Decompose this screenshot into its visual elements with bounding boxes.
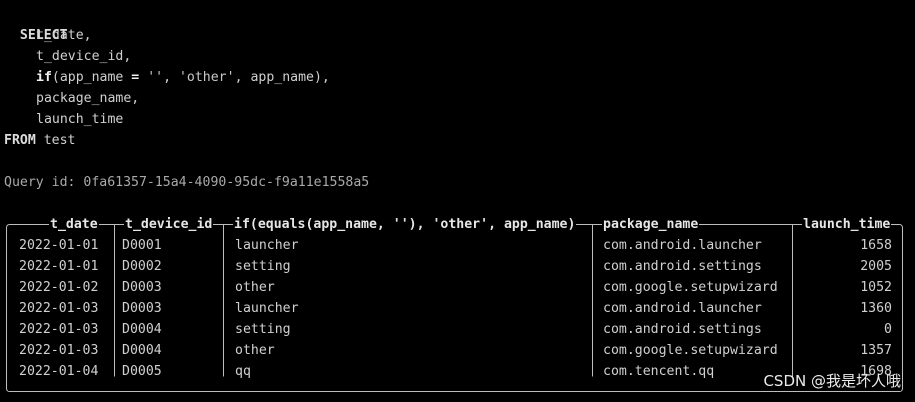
header-app-name-expression: if(equals(app_name, ''), 'other', app_na…	[233, 214, 577, 235]
empty-string-literal: ''	[147, 70, 164, 85]
cell-t-date: 2022-01-01	[19, 235, 99, 256]
cell-launch-time: 2005	[805, 256, 892, 277]
sql-column-t-date: t_date,	[36, 28, 92, 43]
if-open: (app_name	[51, 70, 132, 85]
result-table: t_date t_device_id if(equals(app_name, '…	[5, 213, 904, 393]
cell-t-date: 2022-01-04	[19, 361, 99, 382]
cell-app-name: qq	[235, 361, 251, 382]
cell-app-name: launcher	[235, 235, 299, 256]
cell-t-device-id: D0005	[122, 361, 162, 382]
header-t-date: t_date	[49, 214, 99, 235]
query-id-line: Query id: 0fa61357-15a4-4090-95dc-f9a11e…	[4, 172, 369, 193]
cell-package-name: com.tencent.qq	[603, 361, 715, 382]
if-rest: , app_name),	[234, 70, 330, 85]
sql-from-line: FROM test	[4, 130, 75, 151]
cell-t-date: 2022-01-03	[19, 340, 99, 361]
cell-app-name: other	[235, 277, 275, 298]
cell-app-name: launcher	[235, 298, 299, 319]
csdn-watermark: CSDN @我是坏人哦	[763, 372, 901, 390]
cell-app-name: other	[235, 340, 275, 361]
cell-package-name: com.google.setupwizard	[603, 340, 778, 361]
cell-t-date: 2022-01-03	[19, 298, 99, 319]
cell-t-device-id: D0001	[122, 235, 162, 256]
cell-launch-time: 1052	[805, 277, 892, 298]
query-id-value: 0fa61357-15a4-4090-95dc-f9a11e1558a5	[83, 175, 370, 190]
sql-column-launch-time: launch_time	[36, 112, 124, 127]
query-id-label: Query id:	[4, 175, 84, 190]
cell-launch-time: 1360	[805, 298, 892, 319]
table-name: test	[35, 133, 76, 148]
cell-package-name: com.android.launcher	[603, 235, 762, 256]
cell-package-name: com.android.settings	[603, 256, 762, 277]
sql-column-t-device-id: t_device_id,	[36, 49, 132, 64]
cell-app-name: setting	[235, 256, 291, 277]
header-package-name: package_name	[602, 214, 700, 235]
cell-t-device-id: D0004	[122, 340, 162, 361]
sql-column-if-expression: if(app_name = '', 'other', app_name),	[36, 67, 330, 88]
header-t-device-id: t_device_id	[124, 214, 214, 235]
cell-app-name: setting	[235, 319, 291, 340]
other-string-literal: 'other'	[178, 70, 235, 85]
comma: ,	[163, 70, 179, 85]
cell-package-name: com.google.setupwizard	[603, 277, 778, 298]
cell-launch-time: 0	[805, 319, 892, 340]
cell-t-device-id: D0003	[122, 298, 162, 319]
if-function: if	[36, 70, 52, 85]
header-launch-time: launch_time	[802, 214, 892, 235]
cell-t-date: 2022-01-02	[19, 277, 99, 298]
cell-launch-time: 1658	[805, 235, 892, 256]
cell-t-date: 2022-01-03	[19, 319, 99, 340]
sql-column-package-name: package_name,	[36, 91, 140, 106]
sql-select-line: SELECT	[4, 4, 68, 43]
cell-package-name: com.android.launcher	[603, 298, 762, 319]
cell-t-device-id: D0004	[122, 319, 162, 340]
cell-package-name: com.android.settings	[603, 319, 762, 340]
cell-t-device-id: D0003	[122, 277, 162, 298]
cell-launch-time: 1357	[805, 340, 892, 361]
cell-t-device-id: D0002	[122, 256, 162, 277]
cell-t-date: 2022-01-01	[19, 256, 99, 277]
from-keyword: FROM	[4, 133, 36, 148]
